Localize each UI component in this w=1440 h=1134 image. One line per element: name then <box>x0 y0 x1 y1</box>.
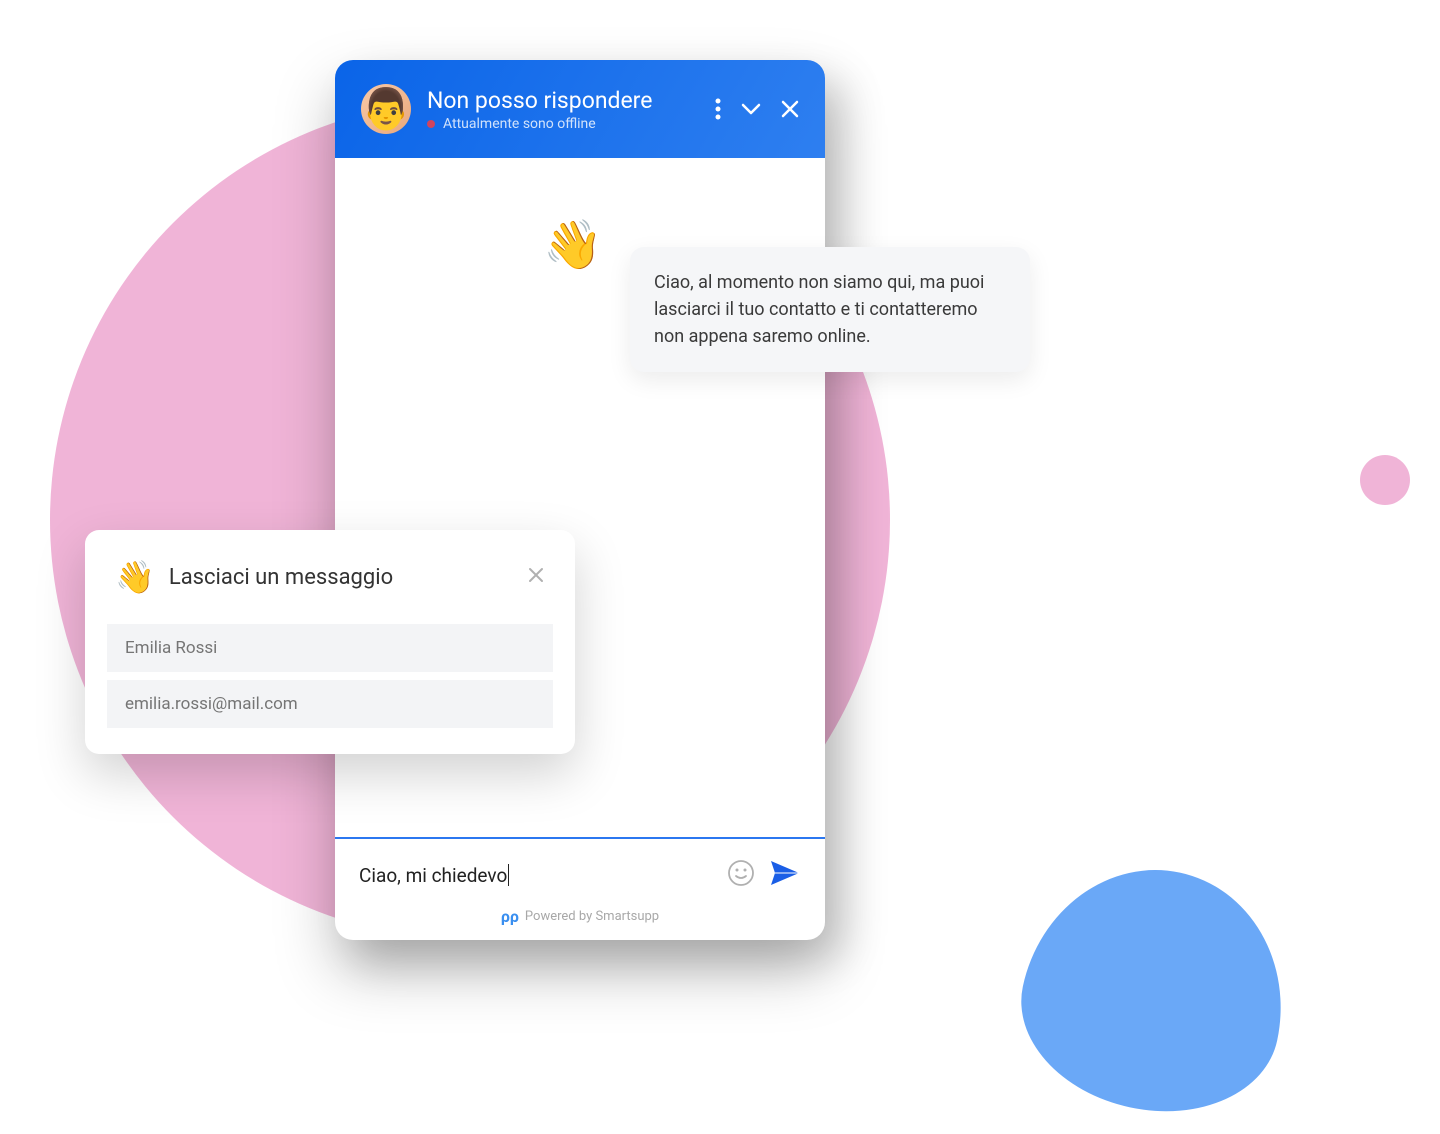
form-title: Lasciaci un messaggio <box>169 565 513 590</box>
chat-widget: Non posso rispondere Attualmente sono of… <box>335 60 825 940</box>
chat-footer: ρρ Powered by Smartsupp <box>335 899 825 940</box>
message-input-text: Ciao, mi chiedevo <box>359 864 507 887</box>
form-header: 👋 Lasciaci un messaggio <box>107 558 553 596</box>
greeting-message-text: Ciao, al momento non siamo qui, ma puoi … <box>654 272 984 347</box>
wave-emoji-icon: 👋 <box>543 216 603 273</box>
offline-status-dot <box>427 120 435 128</box>
menu-icon[interactable] <box>715 98 721 120</box>
form-wave-emoji-icon: 👋 <box>115 558 155 596</box>
agent-avatar <box>361 84 411 134</box>
chevron-down-icon[interactable] <box>741 103 761 115</box>
header-actions <box>715 98 799 120</box>
brand-icon: ρρ <box>501 907 519 926</box>
chat-header: Non posso rispondere Attualmente sono of… <box>335 60 825 158</box>
send-button[interactable] <box>769 859 801 891</box>
text-cursor <box>508 864 509 886</box>
decorative-blue-shape <box>1003 846 1307 1134</box>
contact-form-card: 👋 Lasciaci un messaggio <box>85 530 575 754</box>
email-input[interactable] <box>107 680 553 728</box>
message-input[interactable]: Ciao, mi chiedevo <box>359 864 713 887</box>
name-input[interactable] <box>107 624 553 672</box>
decorative-pink-dot <box>1360 455 1410 505</box>
greeting-message-bubble: Ciao, al momento non siamo qui, ma puoi … <box>630 247 1030 372</box>
status-text: Attualmente sono offline <box>443 116 596 132</box>
emoji-picker-button[interactable] <box>727 859 755 891</box>
chat-input-area: Ciao, mi chiedevo <box>335 837 825 899</box>
chat-title: Non posso rispondere <box>427 87 699 114</box>
close-icon[interactable] <box>781 100 799 118</box>
powered-by-text[interactable]: Powered by Smartsupp <box>525 909 659 924</box>
header-text-container: Non posso rispondere Attualmente sono of… <box>427 87 699 132</box>
form-close-button[interactable] <box>527 565 545 590</box>
status-container: Attualmente sono offline <box>427 116 699 132</box>
